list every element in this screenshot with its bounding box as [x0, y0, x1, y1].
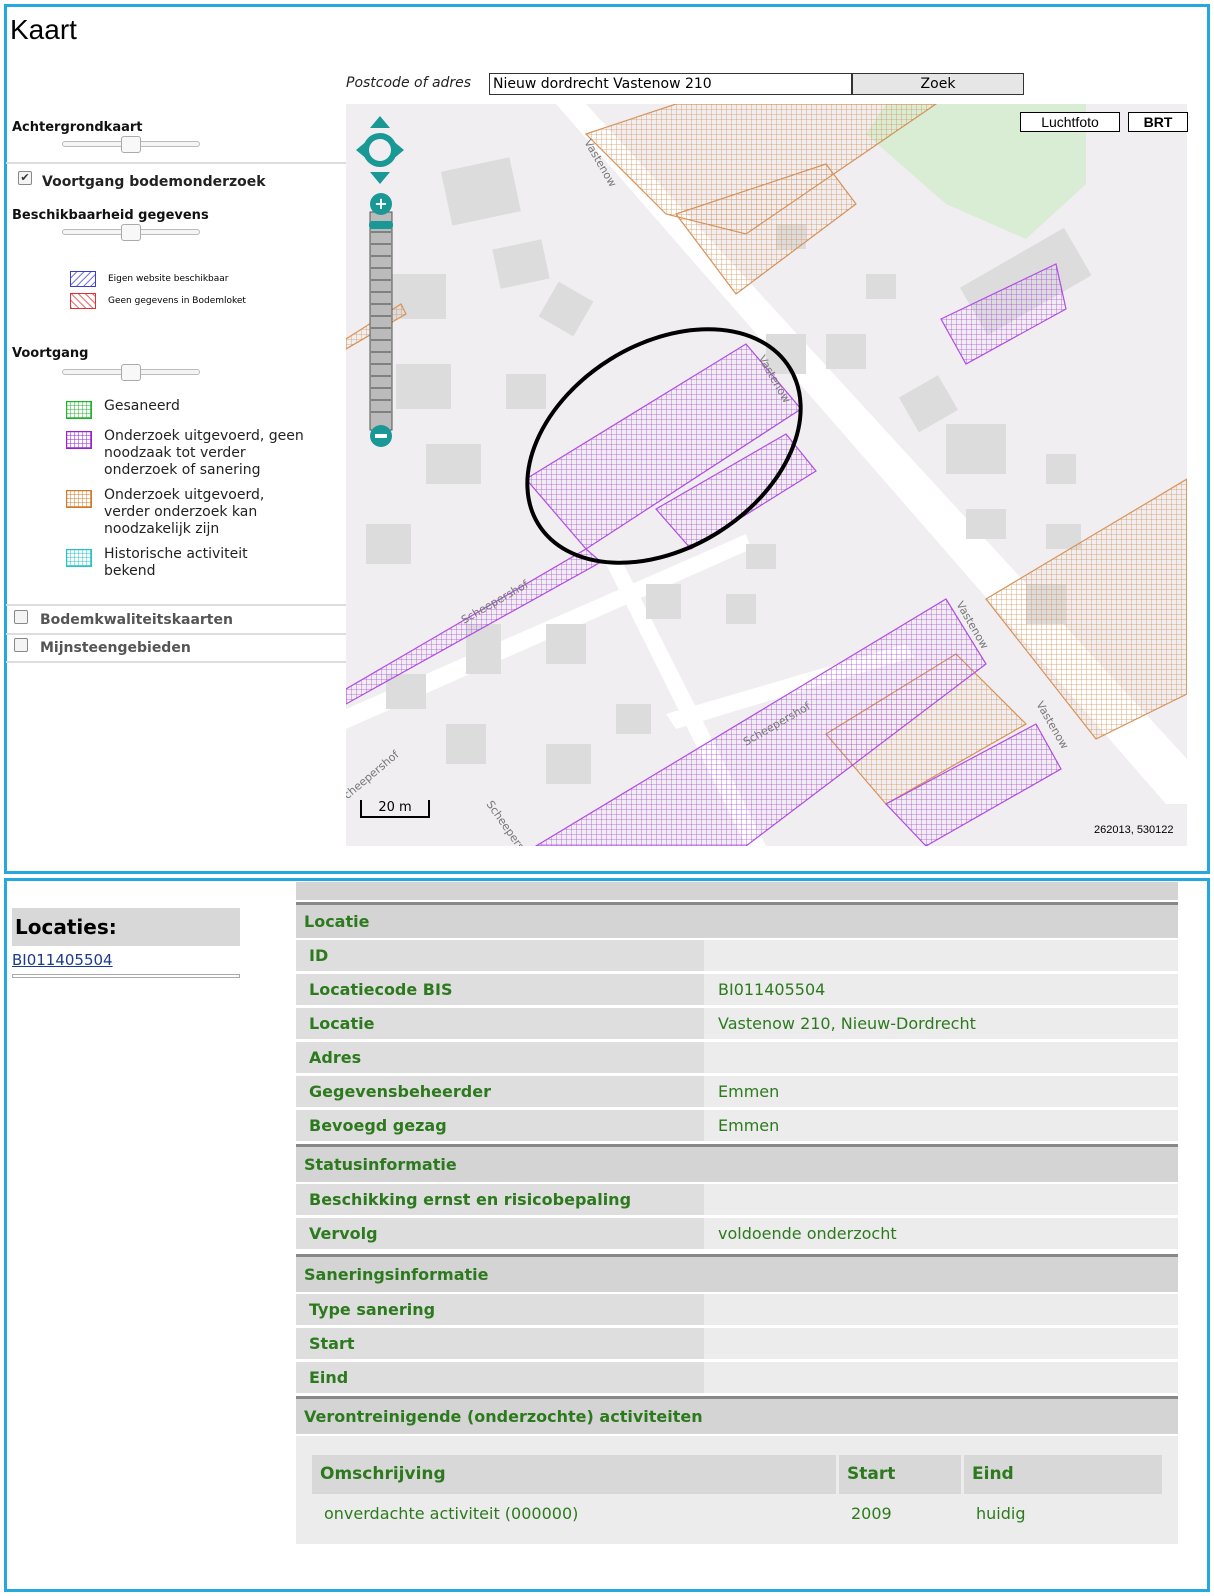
row-key: Eind [296, 1362, 704, 1393]
grid-green-icon [66, 401, 92, 419]
slider-knob[interactable] [121, 136, 141, 153]
svg-text:+: + [374, 194, 387, 213]
row-value: Emmen [718, 1116, 780, 1135]
table-row: ID [296, 940, 1178, 971]
divider [6, 604, 346, 606]
street-label: Scheepershof [346, 747, 402, 806]
row-value: voldoende onderzocht [718, 1224, 897, 1243]
table-row: Vervolg voldoende onderzocht [296, 1218, 1178, 1249]
row-key: ID [296, 940, 704, 971]
divider [6, 633, 346, 635]
section-saneringsinformatie: Saneringsinformatie [296, 1254, 1178, 1292]
row-key: Gegevensbeheerder [296, 1076, 704, 1107]
legend-label: Geen gegevens in Bodemloket [108, 296, 246, 306]
section-statusinformatie: Statusinformatie [296, 1144, 1178, 1182]
column-header-omschrijving: Omschrijving [312, 1455, 836, 1494]
row-key: Vervolg [296, 1218, 704, 1249]
search-button[interactable]: Zoek [852, 73, 1024, 95]
brt-button[interactable]: BRT [1128, 112, 1188, 132]
beschikbaarheid-opacity-slider[interactable] [62, 224, 200, 241]
beschikbaarheid-label: Beschikbaarheid gegevens [12, 208, 209, 223]
voortgang-checkbox-label: Voortgang bodemonderzoek [42, 174, 266, 190]
section-activiteiten: Verontreinigende (onderzochte) activitei… [296, 1396, 1178, 1434]
table-row: Adres [296, 1042, 1178, 1073]
mijnsteen-checkbox[interactable] [14, 638, 28, 652]
divider [12, 974, 240, 978]
voortgang-label: Voortgang [12, 346, 89, 361]
search-input[interactable] [489, 73, 852, 95]
zoom-slider-handle [369, 221, 393, 229]
bodemkwaliteit-checkbox[interactable] [14, 610, 28, 624]
legend-label: Onderzoek uitgevoerd, verder onderzoek k… [104, 487, 265, 537]
table-row: Eind [296, 1362, 1178, 1393]
table-row: Beschikking ernst en risicobepaling [296, 1184, 1178, 1215]
table-row: Locatie Vastenow 210, Nieuw-Dordrecht [296, 1008, 1178, 1039]
pan-control-icon[interactable] [354, 114, 406, 186]
zoom-bar[interactable]: + [368, 192, 394, 448]
map-scale: 20 m [360, 800, 430, 818]
row-key: Type sanering [296, 1294, 704, 1325]
table-row: Start [296, 1328, 1178, 1359]
bodemkwaliteit-checkbox-label: Bodemkwaliteitskaarten [40, 612, 233, 628]
table-row: Bevoegd gezag Emmen [296, 1110, 1178, 1141]
row-value: BI011405504 [718, 980, 826, 999]
background-map-label: Achtergrondkaart [12, 120, 143, 135]
table-top-bar [296, 882, 1178, 900]
background-opacity-slider[interactable] [62, 136, 200, 153]
hatch-blue-icon [70, 271, 96, 287]
table-cell: huidig [976, 1504, 1026, 1523]
divider [6, 162, 346, 164]
map-drawing: Vastenow Vastenow Vastenow Vastenow Sche… [346, 104, 1187, 846]
row-key: Locatiecode BIS [296, 974, 704, 1005]
table-cell: onverdachte activiteit (000000) [324, 1504, 579, 1523]
section-locatie: Locatie [296, 902, 1178, 938]
row-key: Bevoegd gezag [296, 1110, 704, 1141]
search-label: Postcode of adres [346, 75, 472, 91]
luchtfoto-button[interactable]: Luchtfoto [1020, 112, 1120, 132]
table-cell: 2009 [851, 1504, 892, 1523]
legend-label: Historische activiteit bekend [104, 546, 248, 579]
table-row: Gegevensbeheerder Emmen [296, 1076, 1178, 1107]
locaties-title: Locaties: [12, 908, 240, 946]
divider [6, 661, 346, 663]
map-canvas[interactable]: Vastenow Vastenow Vastenow Vastenow Sche… [346, 104, 1187, 846]
slider-knob[interactable] [121, 364, 141, 381]
locatie-link[interactable]: BI011405504 [12, 951, 113, 969]
grid-purple-icon [66, 431, 92, 449]
mijnsteen-checkbox-label: Mijnsteengebieden [40, 640, 191, 656]
voortgang-opacity-slider[interactable] [62, 364, 200, 381]
column-header-start: Start [839, 1455, 961, 1494]
map-coordinates: 262013, 530122 [1094, 824, 1174, 836]
page-title: Kaart [10, 14, 77, 45]
legend-label: Onderzoek uitgevoerd, geen noodzaak tot … [104, 428, 304, 478]
hatch-red-icon [70, 293, 96, 309]
column-header-eind: Eind [964, 1455, 1162, 1494]
legend-label: Gesaneerd [104, 398, 180, 414]
row-key: Locatie [296, 1008, 704, 1039]
row-key: Start [296, 1328, 704, 1359]
voortgang-checkbox[interactable]: ✔ [18, 171, 32, 185]
table-row: Locatiecode BIS BI011405504 [296, 974, 1178, 1005]
grid-cyan-icon [66, 549, 92, 567]
table-row: Type sanering [296, 1294, 1178, 1325]
street-label: Scheepershof [484, 798, 538, 846]
slider-knob[interactable] [121, 224, 141, 241]
row-value: Vastenow 210, Nieuw-Dordrecht [718, 1014, 976, 1033]
row-key: Adres [296, 1042, 704, 1073]
row-key: Beschikking ernst en risicobepaling [296, 1184, 704, 1215]
row-value: Emmen [718, 1082, 780, 1101]
grid-orange-icon [66, 490, 92, 508]
legend-label: Eigen website beschikbaar [108, 274, 229, 284]
